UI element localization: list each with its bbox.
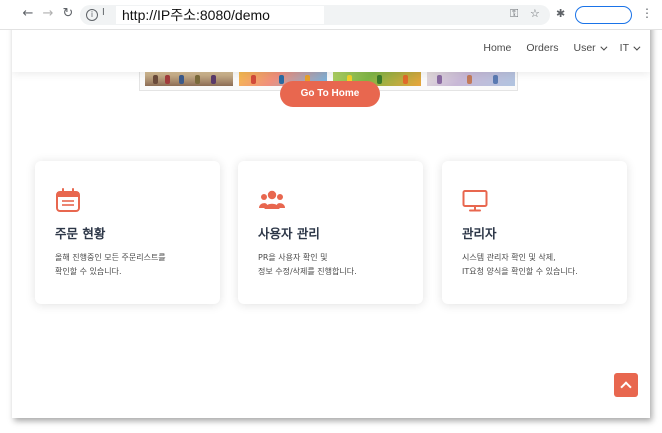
card-description: PR을 사용자 확인 및 정보 수정/삭제를 진행합니다. xyxy=(258,251,357,279)
main-nav: Home Orders User IT xyxy=(468,41,641,55)
calendar-icon xyxy=(56,188,80,212)
reload-icon[interactable]: ↻ xyxy=(60,6,76,22)
nav-user[interactable]: User xyxy=(558,41,608,55)
site-header: Home Orders User IT xyxy=(12,30,650,72)
card-title: 관리자 xyxy=(462,226,497,241)
url-text[interactable]: http://IP주소:8080/demo xyxy=(116,6,324,24)
nav-home[interactable]: Home xyxy=(468,41,511,55)
profile-button[interactable] xyxy=(575,6,632,24)
nav-home-label: Home xyxy=(483,42,512,54)
nav-it-label: IT xyxy=(619,42,629,54)
chevron-down-icon xyxy=(633,43,641,51)
card-desc-line: PR을 사용자 확인 및 xyxy=(258,253,328,262)
site-info-icon[interactable]: i xyxy=(86,9,98,21)
nav-orders[interactable]: Orders xyxy=(511,41,558,55)
address-bar[interactable]: i I http://IP주소:8080/demo xyxy=(80,5,550,25)
card-description: 시스템 관리자 확인 및 삭제, IT요청 양식을 확인할 수 있습니다. xyxy=(462,251,578,279)
card-desc-line: 올해 진행중인 모든 주문리스트를 xyxy=(55,253,166,262)
star-icon[interactable]: ☆ xyxy=(530,7,540,21)
card-desc-line: 확인할 수 있습니다. xyxy=(55,267,122,276)
omnibox-prefix: I xyxy=(102,7,105,18)
card-title: 주문 현황 xyxy=(55,226,106,241)
browser-toolbar: ← → ↻ i I http://IP주소:8080/demo ⚿ ☆ ✱ ⋮ xyxy=(0,0,662,30)
card-user-management[interactable]: 사용자 관리 PR을 사용자 확인 및 정보 수정/삭제를 진행합니다. xyxy=(238,161,423,304)
users-icon xyxy=(259,190,285,209)
key-icon[interactable]: ⚿ xyxy=(510,7,518,21)
nav-user-label: User xyxy=(573,42,596,54)
card-description: 올해 진행중인 모든 주문리스트를 확인할 수 있습니다. xyxy=(55,251,166,279)
more-menu-icon[interactable]: ⋮ xyxy=(641,6,653,20)
back-arrow-icon[interactable]: ← xyxy=(20,6,36,22)
nav-it[interactable]: IT xyxy=(605,41,641,55)
card-desc-line: 시스템 관리자 확인 및 삭제, xyxy=(462,253,556,262)
go-to-home-button[interactable]: Go To Home xyxy=(280,81,380,107)
page-viewport: Home Orders User IT Go To Home 주문 현황 올해 … xyxy=(12,0,650,418)
monitor-icon xyxy=(462,190,488,212)
card-orders[interactable]: 주문 현황 올해 진행중인 모든 주문리스트를 확인할 수 있습니다. xyxy=(35,161,220,304)
forward-arrow-icon[interactable]: → xyxy=(40,6,56,22)
card-desc-line: 정보 수정/삭제를 진행합니다. xyxy=(258,267,357,276)
card-title: 사용자 관리 xyxy=(258,226,320,241)
nav-orders-label: Orders xyxy=(526,42,559,54)
back-to-top-button[interactable] xyxy=(614,373,638,397)
card-desc-line: IT요청 양식을 확인할 수 있습니다. xyxy=(462,267,578,276)
card-admin[interactable]: 관리자 시스템 관리자 확인 및 삭제, IT요청 양식을 확인할 수 있습니다… xyxy=(442,161,627,304)
extensions-icon[interactable]: ✱ xyxy=(556,7,565,21)
